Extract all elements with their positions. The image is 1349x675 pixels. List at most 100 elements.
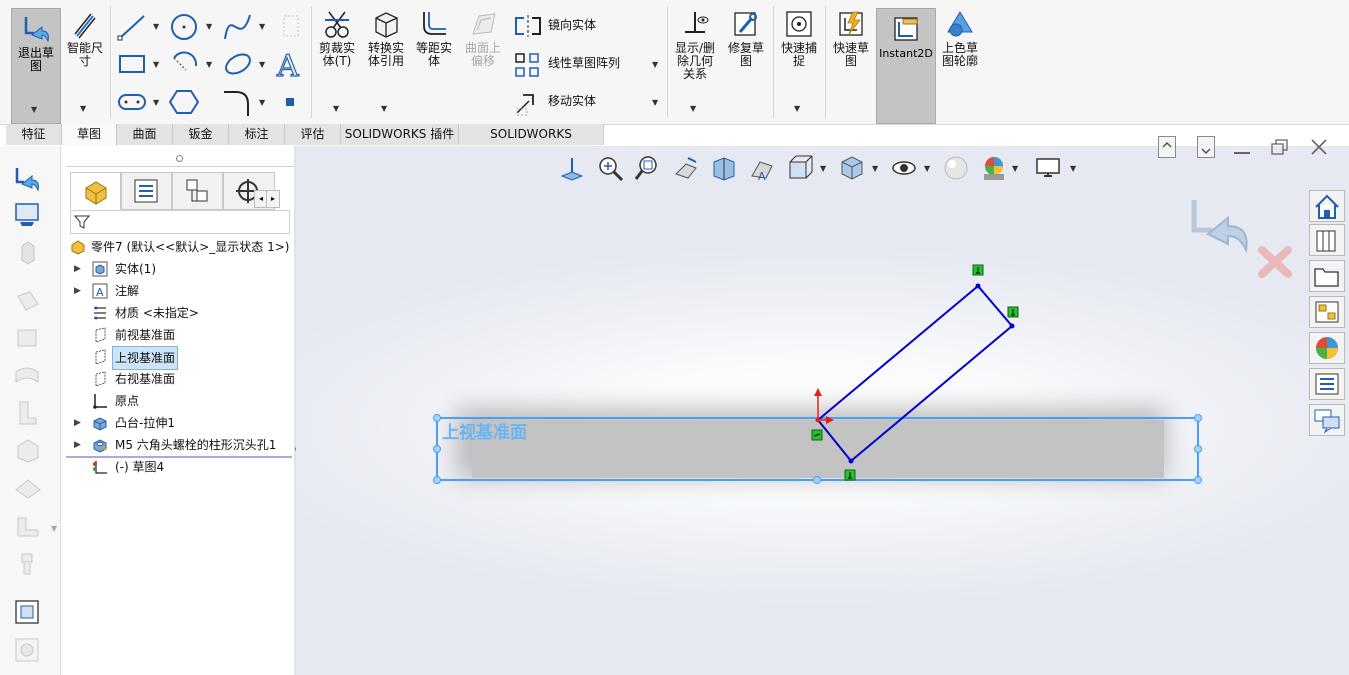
tab-sketch[interactable]: 草图 <box>62 124 117 146</box>
shaded-sketch-contours-button[interactable]: 上色草图轮廓 <box>937 8 983 68</box>
tree-item-solid-bodies[interactable]: ▶ 实体(1) <box>66 258 294 280</box>
chevron-down-icon[interactable]: ▼ <box>259 60 265 69</box>
offset-entities-button[interactable]: 等距实体 <box>411 8 457 68</box>
sketch-icon[interactable] <box>12 200 42 228</box>
chevron-down-icon[interactable]: ▼ <box>381 104 387 113</box>
mirror-entities-button[interactable]: 镜向实体 <box>548 14 596 36</box>
rectangle-icon[interactable] <box>116 50 148 78</box>
tab-scroll-right-button[interactable]: ▸ <box>266 190 280 208</box>
expand-arrow-icon[interactable]: ▶ <box>74 434 81 456</box>
chevron-down-icon[interactable]: ▼ <box>31 105 37 114</box>
tree-item-top-plane[interactable]: 上视基准面 <box>66 346 294 370</box>
graphics-area[interactable]: A ▼ ▼ ▼ ▼ ▼ 上视基准面 <box>296 136 1349 675</box>
instant2d-button[interactable]: Instant2D <box>876 8 936 124</box>
chevron-down-icon[interactable]: ▼ <box>794 104 800 113</box>
tree-item-annotations[interactable]: ▶ A 注解 <box>66 280 294 302</box>
chevron-down-icon: ▼ <box>51 524 58 533</box>
quick-snaps-button[interactable]: 快速捕捉 <box>776 8 822 68</box>
tab-feature-manager[interactable] <box>70 172 121 210</box>
circle-icon[interactable] <box>168 11 200 43</box>
solid-body-icon <box>92 261 108 277</box>
tree-item-origin[interactable]: 原点 <box>66 390 294 412</box>
text-icon[interactable]: A <box>274 48 306 80</box>
chevron-down-icon[interactable]: ▼ <box>652 60 658 69</box>
home-icon <box>1315 194 1339 219</box>
tab-sheet-metal[interactable]: 钣金 <box>173 124 229 145</box>
smart-dimension-button[interactable]: 智能尺寸 <box>62 8 108 68</box>
view-3d-icon[interactable] <box>12 598 42 626</box>
point-icon[interactable] <box>286 98 294 106</box>
chevron-down-icon[interactable]: ▼ <box>206 60 212 69</box>
task-pane-home[interactable] <box>1309 190 1345 222</box>
expand-arrow-icon[interactable]: ▶ <box>74 412 81 434</box>
rapid-sketch-button[interactable]: 快速草图 <box>828 8 874 68</box>
chevron-down-icon[interactable]: ▼ <box>333 104 339 113</box>
panel-grip[interactable] <box>176 155 183 162</box>
tab-solidworks-inspection[interactable]: SOLIDWORKS Inspection <box>459 124 604 162</box>
ellipse-icon[interactable] <box>222 48 254 80</box>
line-icon[interactable] <box>116 12 148 42</box>
repair-sketch-button[interactable]: 修复草图 <box>723 8 769 68</box>
tree-root[interactable]: 零件7 (默认<<默认>_显示状态 1>) <box>66 236 294 258</box>
offset-entities-icon <box>423 12 446 35</box>
chevron-down-icon[interactable]: ▼ <box>259 98 265 107</box>
slot-icon[interactable] <box>116 88 148 116</box>
tab-markup[interactable]: 标注 <box>229 124 285 145</box>
chevron-down-icon[interactable]: ▼ <box>153 22 159 31</box>
task-pane-file-explorer[interactable] <box>1309 260 1345 292</box>
exit-sketch-button[interactable]: 退出草图 ▼ <box>11 8 61 124</box>
exit-sketch-label: 退出草图 <box>17 46 54 73</box>
task-pane-view-palette[interactable] <box>1309 296 1345 328</box>
convert-entities-button[interactable]: 转换实体引用 <box>362 8 410 68</box>
chevron-down-icon[interactable]: ▼ <box>259 22 265 31</box>
annotation-icon: A <box>92 283 108 299</box>
linear-pattern-icon[interactable] <box>513 51 543 79</box>
hole-icon <box>93 439 107 453</box>
tree-item-label: 注解 <box>115 284 140 298</box>
tree-item-boss-extrude[interactable]: ▶ 凸台-拉伸1 <box>66 412 294 434</box>
chevron-down-icon[interactable]: ▼ <box>153 98 159 107</box>
expand-arrow-icon[interactable]: ▶ <box>74 258 81 280</box>
chevron-down-icon[interactable]: ▼ <box>652 98 658 107</box>
chevron-down-icon[interactable]: ▼ <box>690 104 696 113</box>
close-icon[interactable] <box>1310 138 1328 156</box>
sweep-icon <box>17 329 37 347</box>
expand-arrow-icon[interactable]: ▶ <box>74 280 81 302</box>
filter-icon <box>74 215 90 229</box>
display-relations-button[interactable]: 显示/删除几何关系 <box>672 8 718 81</box>
tab-property-manager[interactable] <box>121 172 172 210</box>
task-pane-appearances[interactable] <box>1309 332 1345 364</box>
move-entities-icon[interactable] <box>513 89 543 117</box>
tree-item-hole[interactable]: ▶ M5 六角头螺栓的柱形沉头孔1 <box>66 434 294 456</box>
tree-item-material[interactable]: 材质 <未指定> <box>66 302 294 324</box>
repair-sketch-label: 修复草图 <box>727 41 764 68</box>
task-pane-forum[interactable] <box>1309 404 1345 436</box>
fillet-icon[interactable] <box>222 86 254 118</box>
tab-solidworks-addins[interactable]: SOLIDWORKS 插件 <box>341 124 459 145</box>
display-relations-label: 显示/删除几何关系 <box>674 41 716 81</box>
filter-box[interactable] <box>70 210 290 234</box>
move-entities-button[interactable]: 移动实体 <box>548 90 596 112</box>
tab-surfaces[interactable]: 曲面 <box>117 124 173 145</box>
tree-item-right-plane[interactable]: 右视基准面 <box>66 368 294 390</box>
tree-item-sketch[interactable]: (-) 草图4 <box>66 456 294 478</box>
task-pane-design-library[interactable] <box>1309 224 1345 256</box>
tab-configuration-manager[interactable] <box>172 172 223 210</box>
tab-evaluate[interactable]: 评估 <box>285 124 341 145</box>
polygon-icon[interactable] <box>168 86 200 118</box>
tree-item-label: 右视基准面 <box>115 372 176 386</box>
chevron-down-icon[interactable]: ▼ <box>206 22 212 31</box>
chevron-down-icon[interactable]: ▼ <box>153 60 159 69</box>
exit-sketch-icon[interactable] <box>12 164 42 192</box>
linear-pattern-button[interactable]: 线性草图阵列 <box>548 52 620 74</box>
tree-item-label: 前视基准面 <box>115 328 176 342</box>
tree-item-front-plane[interactable]: 前视基准面 <box>66 324 294 346</box>
task-pane-custom-properties[interactable] <box>1309 368 1345 400</box>
arc-icon[interactable] <box>168 48 200 80</box>
tab-features[interactable]: 特征 <box>6 124 62 145</box>
mirror-icon[interactable] <box>513 14 543 38</box>
spline-icon[interactable] <box>222 11 254 43</box>
trim-entities-button[interactable]: 剪裁实体(T) <box>314 8 360 68</box>
chevron-down-icon[interactable]: ▼ <box>80 104 86 113</box>
offset-on-surface-button: 曲面上偏移 <box>460 8 506 68</box>
